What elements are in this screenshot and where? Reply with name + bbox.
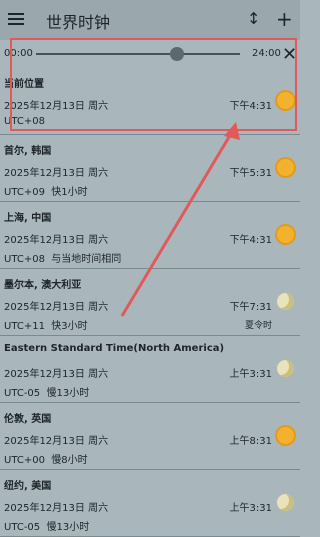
utc-offset: UTC-05	[4, 522, 41, 533]
clock-date: 2025年12月13日 周六	[4, 436, 109, 447]
utc-offset: UTC+09	[4, 187, 45, 198]
clock-date: 2025年12月13日 周六	[4, 302, 109, 313]
page-title: 世界时钟	[46, 13, 111, 32]
clock-item[interactable]: 首尔, 韩国 2025年12月13日 周六 UTC+09 快1小时 下午5:31	[0, 135, 300, 202]
clock-item[interactable]: 纽约, 美国 2025年12月13日 周六 UTC-05 慢13小时 上午3:3…	[0, 470, 300, 537]
clock-time: 上午3:31	[229, 369, 272, 380]
clock-time: 下午4:31	[229, 101, 272, 112]
clock-offset: UTC-05 慢13小时	[4, 518, 89, 533]
clock-location: 伦敦, 英国	[4, 414, 52, 425]
clock-offset: UTC+08	[4, 116, 51, 127]
add-clock-button[interactable]: +	[276, 7, 293, 31]
slider-fill	[36, 53, 177, 55]
clock-offset: UTC+11 快3小时	[4, 317, 88, 332]
clock-offset: UTC+08 与当地时间相同	[4, 250, 121, 265]
clock-location: 纽约, 美国	[4, 481, 52, 492]
clock-time: 下午4:31	[229, 235, 272, 246]
dst-label: 夏令时	[244, 321, 272, 331]
clock-location: 当前位置	[4, 79, 44, 90]
sun-icon	[277, 159, 294, 176]
app-bar: 世界时钟 ↕ +	[0, 0, 300, 40]
clock-location: 首尔, 韩国	[4, 146, 52, 157]
utc-offset: UTC+00	[4, 455, 45, 466]
utc-offset: UTC+08	[4, 116, 45, 127]
clock-item[interactable]: 当前位置 2025年12月13日 周六 UTC+08 下午4:31	[0, 68, 300, 135]
moon-icon	[277, 293, 294, 310]
sun-icon	[277, 226, 294, 243]
close-icon[interactable]: ✕	[282, 44, 297, 65]
menu-icon[interactable]	[8, 10, 24, 30]
clock-item[interactable]: 上海, 中国 2025年12月13日 周六 UTC+08 与当地时间相同 下午4…	[0, 202, 300, 269]
sort-icon[interactable]: ↕	[247, 9, 260, 28]
utc-offset: UTC+11	[4, 321, 45, 332]
clock-item[interactable]: 伦敦, 英国 2025年12月13日 周六 UTC+00 慢8小时 上午8:31	[0, 403, 300, 470]
utc-offset: UTC-05	[4, 388, 41, 399]
slider-start-label: 00:00	[4, 48, 33, 59]
time-difference: 快3小时	[51, 321, 88, 332]
sun-icon	[277, 92, 294, 109]
clock-item[interactable]: Eastern Standard Time(North America) 202…	[0, 336, 300, 403]
clock-item[interactable]: 墨尔本, 澳大利亚 2025年12月13日 周六 UTC+11 快3小时 下午7…	[0, 269, 300, 336]
clock-time: 下午7:31	[229, 302, 272, 313]
clock-location: 上海, 中国	[4, 213, 52, 224]
moon-icon	[277, 494, 294, 511]
utc-offset: UTC+08	[4, 254, 45, 265]
slider-thumb[interactable]	[169, 47, 184, 61]
clock-date: 2025年12月13日 周六	[4, 369, 109, 380]
clock-time: 上午3:31	[229, 503, 272, 514]
clock-date: 2025年12月13日 周六	[4, 503, 109, 514]
sun-icon	[277, 427, 294, 444]
time-slider-row: 00:00 24:00 ✕	[0, 40, 300, 68]
clock-list: 当前位置 2025年12月13日 周六 UTC+08 下午4:31 首尔, 韩国…	[0, 68, 300, 537]
time-difference: 慢13小时	[46, 388, 90, 399]
slider-end-label: 24:00	[252, 48, 281, 59]
time-difference: 快1小时	[51, 187, 88, 198]
time-slider[interactable]	[36, 47, 240, 61]
time-difference: 慢13小时	[46, 522, 90, 533]
clock-time: 下午5:31	[229, 168, 272, 179]
moon-icon	[277, 360, 294, 377]
time-difference: 慢8小时	[51, 455, 88, 466]
clock-location: 墨尔本, 澳大利亚	[4, 280, 82, 291]
clock-date: 2025年12月13日 周六	[4, 235, 109, 246]
clock-time: 上午8:31	[229, 436, 272, 447]
clock-date: 2025年12月13日 周六	[4, 101, 109, 112]
time-difference: 与当地时间相同	[51, 254, 122, 265]
clock-offset: UTC+00 慢8小时	[4, 451, 88, 466]
clock-date: 2025年12月13日 周六	[4, 168, 109, 179]
clock-offset: UTC+09 快1小时	[4, 183, 88, 198]
clock-offset: UTC-05 慢13小时	[4, 384, 89, 399]
clock-location: Eastern Standard Time(North America)	[4, 343, 225, 354]
